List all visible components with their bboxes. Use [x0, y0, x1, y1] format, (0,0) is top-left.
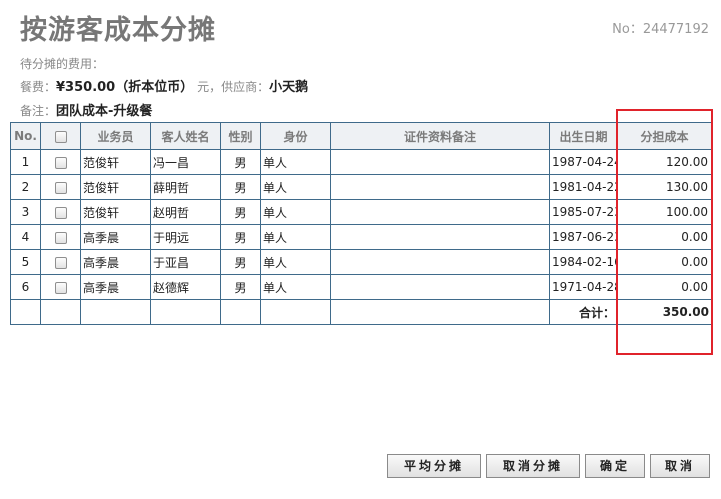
- row-id-note: [330, 174, 550, 200]
- row-no: 1: [10, 149, 41, 175]
- row-identity: 单人: [260, 149, 331, 175]
- total-value: 350.00: [617, 299, 712, 325]
- row-id-note: [330, 274, 550, 300]
- row-gender: 男: [220, 149, 261, 175]
- row-guest: 冯一昌: [150, 149, 221, 175]
- row-checkbox[interactable]: [54, 281, 67, 294]
- fee-label: 餐费：: [20, 80, 57, 94]
- row-cost[interactable]: 130.00: [617, 174, 712, 200]
- row-gender: 男: [220, 224, 261, 250]
- table-row: 6 高季晨 赵德辉 男 单人 1971-04-28 0.00: [10, 274, 712, 300]
- row-cost[interactable]: 100.00: [617, 199, 712, 225]
- total-row: 合计： 350.00: [10, 299, 712, 325]
- fee-amount: ¥350.00（折本位币）: [56, 80, 194, 95]
- row-no: 3: [10, 199, 41, 225]
- row-select-cell: [40, 149, 81, 175]
- table-row: 1 范俊轩 冯一昌 男 单人 1987-04-24 120.00: [10, 149, 712, 175]
- average-split-button[interactable]: 平均分摊: [387, 454, 481, 478]
- col-header-no: No.: [10, 122, 41, 150]
- col-header-birth: 出生日期: [549, 122, 618, 150]
- row-birth: 1987-06-23: [549, 224, 618, 250]
- row-checkbox[interactable]: [54, 256, 67, 269]
- table-row: 3 范俊轩 赵明哲 男 单人 1985-07-23 100.00: [10, 199, 712, 225]
- row-cost[interactable]: 120.00: [617, 149, 712, 175]
- row-checkbox[interactable]: [54, 156, 67, 169]
- row-select-cell: [40, 249, 81, 275]
- row-select-cell: [40, 274, 81, 300]
- fee-unit-supplier-label: 元，供应商：: [197, 80, 270, 94]
- table-header-row: No. 业务员 客人姓名 性别 身份 证件资料备注 出生日期 分担成本: [10, 122, 712, 150]
- col-header-identity: 身份: [260, 122, 331, 150]
- cancel-button[interactable]: 取消: [650, 454, 710, 478]
- row-guest: 于亚昌: [150, 249, 221, 275]
- row-guest: 赵德辉: [150, 274, 221, 300]
- row-birth: 1981-04-22: [549, 174, 618, 200]
- row-id-note: [330, 224, 550, 250]
- row-identity: 单人: [260, 174, 331, 200]
- row-gender: 男: [220, 199, 261, 225]
- row-agent: 范俊轩: [80, 149, 151, 175]
- row-id-note: [330, 199, 550, 225]
- cost-split-table: No. 业务员 客人姓名 性别 身份 证件资料备注 出生日期 分担成本 1 范俊…: [10, 122, 712, 325]
- confirm-button[interactable]: 确定: [585, 454, 645, 478]
- col-header-gender: 性别: [220, 122, 261, 150]
- col-header-cost: 分担成本: [617, 122, 712, 150]
- row-agent: 高季晨: [80, 274, 151, 300]
- row-cost[interactable]: 0.00: [617, 249, 712, 275]
- row-birth: 1985-07-23: [549, 199, 618, 225]
- doc-number: No：24477192: [612, 22, 709, 37]
- row-cost[interactable]: 0.00: [617, 224, 712, 250]
- row-birth: 1971-04-28: [549, 274, 618, 300]
- row-identity: 单人: [260, 249, 331, 275]
- row-id-note: [330, 149, 550, 175]
- row-guest: 赵明哲: [150, 199, 221, 225]
- col-header-select: [40, 122, 81, 150]
- note-value: 团队成本-升级餐: [56, 104, 153, 119]
- row-no: 4: [10, 224, 41, 250]
- pending-fee-label: 待分摊的费用：: [20, 57, 105, 71]
- row-agent: 高季晨: [80, 249, 151, 275]
- supplier-name: 小天鹅: [269, 80, 309, 95]
- page-title: 按游客成本分摊: [20, 15, 216, 46]
- row-identity: 单人: [260, 224, 331, 250]
- row-gender: 男: [220, 174, 261, 200]
- total-label: 合计：: [549, 299, 618, 325]
- row-select-cell: [40, 174, 81, 200]
- row-birth: 1984-02-16: [549, 249, 618, 275]
- select-all-checkbox[interactable]: [54, 130, 67, 143]
- row-birth: 1987-04-24: [549, 149, 618, 175]
- row-cost[interactable]: 0.00: [617, 274, 712, 300]
- fee-line: 餐费：¥350.00（折本位币） 元，供应商：小天鹅: [20, 76, 308, 95]
- row-checkbox[interactable]: [54, 181, 67, 194]
- row-gender: 男: [220, 274, 261, 300]
- row-no: 2: [10, 174, 41, 200]
- row-identity: 单人: [260, 274, 331, 300]
- row-no: 5: [10, 249, 41, 275]
- table-row: 5 高季晨 于亚昌 男 单人 1984-02-16 0.00: [10, 249, 712, 275]
- row-no: 6: [10, 274, 41, 300]
- row-agent: 高季晨: [80, 224, 151, 250]
- col-header-id-note: 证件资料备注: [330, 122, 550, 150]
- note-label: 备注：: [20, 104, 57, 118]
- cancel-split-button[interactable]: 取消分摊: [486, 454, 580, 478]
- row-identity: 单人: [260, 199, 331, 225]
- table-row: 4 高季晨 于明远 男 单人 1987-06-23 0.00: [10, 224, 712, 250]
- col-header-agent: 业务员: [80, 122, 151, 150]
- col-header-guest: 客人姓名: [150, 122, 221, 150]
- table-row: 2 范俊轩 薛明哲 男 单人 1981-04-22 130.00: [10, 174, 712, 200]
- row-agent: 范俊轩: [80, 199, 151, 225]
- row-guest: 薛明哲: [150, 174, 221, 200]
- row-checkbox[interactable]: [54, 206, 67, 219]
- row-checkbox[interactable]: [54, 231, 67, 244]
- row-agent: 范俊轩: [80, 174, 151, 200]
- row-id-note: [330, 249, 550, 275]
- row-select-cell: [40, 199, 81, 225]
- row-guest: 于明远: [150, 224, 221, 250]
- row-select-cell: [40, 224, 81, 250]
- note-line: 备注：团队成本-升级餐: [20, 100, 152, 119]
- row-gender: 男: [220, 249, 261, 275]
